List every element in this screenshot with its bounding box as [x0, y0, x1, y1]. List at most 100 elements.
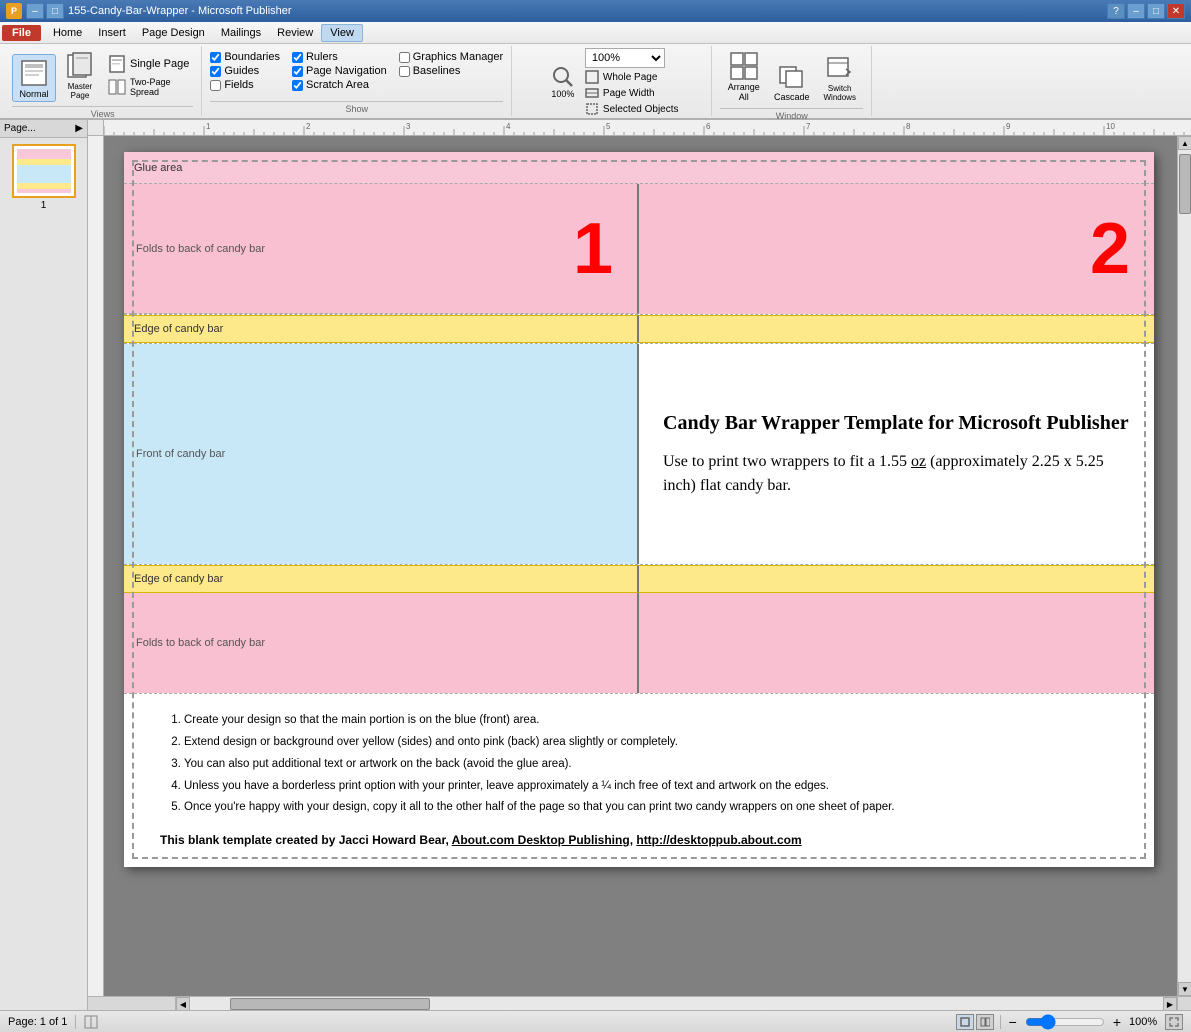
boundaries-label: Boundaries — [224, 51, 280, 63]
scroll-up-btn[interactable]: ▲ — [1178, 136, 1191, 150]
selected-objects-label: Selected Objects — [603, 104, 679, 115]
two-page-spread-btn[interactable]: Two-PageSpread — [104, 76, 193, 98]
scroll-left-btn[interactable]: ◀ — [176, 997, 190, 1010]
status-bar: Page: 1 of 1 − + 100% — [0, 1010, 1191, 1032]
edge-bottom-row: Edge of candy bar — [124, 565, 1154, 593]
selected-objects-icon — [585, 102, 599, 116]
fullscreen-btn[interactable] — [1165, 1014, 1183, 1030]
back-section-row: Folds to back of candy bar 1 2 — [124, 184, 1154, 315]
ruler-vertical — [88, 136, 104, 996]
pages-panel: Page... ▶ 1 — [0, 120, 88, 1010]
page-thumbnail[interactable] — [12, 144, 76, 198]
ribbon-group-window: ArrangeAll Cascade SwitchWindows Window — [712, 46, 872, 116]
minimize-btn[interactable]: – — [26, 3, 44, 19]
edge-top-right — [639, 315, 1154, 343]
show-col-3: Graphics Manager Baselines — [399, 50, 504, 78]
scratch-check[interactable] — [292, 80, 303, 91]
help-btn[interactable]: ? — [1107, 3, 1125, 19]
page-width-icon — [585, 86, 599, 100]
canvas-area[interactable]: Glue area Folds to back of candy bar 1 — [104, 136, 1177, 996]
svg-text:2: 2 — [306, 122, 311, 131]
restore-window-btn[interactable]: □ — [1147, 3, 1165, 19]
close-window-btn[interactable]: ✕ — [1167, 3, 1185, 19]
scroll-thumb-v[interactable] — [1179, 154, 1191, 214]
switch-windows-label: SwitchWindows — [823, 84, 855, 102]
menu-mailings[interactable]: Mailings — [213, 25, 269, 41]
menu-review[interactable]: Review — [269, 25, 321, 41]
template-description: Use to print two wrappers to fit a 1.55 … — [663, 450, 1130, 498]
view-buttons — [956, 1014, 994, 1030]
rulers-check[interactable] — [292, 52, 303, 63]
master-page-label: MasterPage — [68, 82, 92, 100]
footer-credit: This blank template created by Jacci How… — [160, 833, 1118, 847]
back-section-bottom-left: Folds to back of candy bar — [124, 593, 639, 693]
menu-home[interactable]: Home — [45, 25, 90, 41]
boundaries-check[interactable] — [210, 52, 221, 63]
number-1: 1 — [573, 213, 613, 285]
glue-area: Glue area — [124, 152, 1154, 184]
menu-insert[interactable]: Insert — [90, 25, 134, 41]
pages-expand-btn[interactable]: ▶ — [75, 123, 83, 134]
scratch-label: Scratch Area — [306, 79, 369, 91]
zoom-minus-btn[interactable]: − — [1007, 1014, 1019, 1030]
zoom-page-icon — [585, 70, 599, 84]
status-view-btn-2[interactable] — [976, 1014, 994, 1030]
app-icon: P — [6, 3, 22, 19]
instruction-4: Unless you have a borderless print optio… — [184, 776, 1118, 798]
instruction-1: Create your design so that the main port… — [184, 710, 1118, 732]
show-group-label: Show — [210, 101, 503, 114]
baselines-check[interactable] — [399, 66, 410, 77]
edge-top-left: Edge of candy bar — [124, 315, 639, 343]
number-2: 2 — [1090, 213, 1130, 285]
switch-windows-btn[interactable]: SwitchWindows — [818, 50, 862, 104]
instruction-3: You can also put additional text or artw… — [184, 754, 1118, 776]
scrollbar-vertical[interactable]: ▲ ▼ — [1177, 136, 1191, 996]
scroll-right-btn[interactable]: ▶ — [1163, 997, 1177, 1010]
arrange-all-icon — [728, 50, 760, 82]
menu-file[interactable]: File — [2, 25, 41, 41]
edge-bottom-right — [639, 565, 1154, 593]
status-view-btn-1[interactable] — [956, 1014, 974, 1030]
normal-view-icon — [18, 57, 50, 89]
zoom-select[interactable]: 100% 75% 150% — [585, 48, 665, 68]
zoom-slider[interactable] — [1025, 1016, 1105, 1028]
ruler-corner — [88, 120, 104, 136]
back-section-left: Folds to back of candy bar 1 — [124, 184, 639, 314]
view-master-page-btn[interactable]: MasterPage — [58, 48, 102, 102]
pages-panel-header: Page... ▶ — [0, 120, 87, 138]
scrollbar-horizontal[interactable]: ◀ ▶ — [176, 996, 1177, 1010]
cascade-label: Cascade — [774, 92, 810, 102]
menu-view[interactable]: View — [321, 24, 363, 42]
graphics-mgr-check[interactable] — [399, 52, 410, 63]
status-sep1 — [75, 1015, 76, 1029]
svg-text:10: 10 — [1106, 122, 1115, 131]
scroll-down-btn[interactable]: ▼ — [1178, 982, 1191, 996]
minimize-window-btn[interactable]: – — [1127, 3, 1145, 19]
views-group-label: Views — [12, 106, 193, 119]
pages-label: Page... — [4, 123, 36, 134]
instructions-area: Create your design so that the main port… — [124, 694, 1154, 867]
page-nav-check[interactable] — [292, 66, 303, 77]
edge-top-row: Edge of candy bar — [124, 315, 1154, 343]
two-page-spread-label: Two-PageSpread — [130, 77, 171, 97]
arrange-all-btn[interactable]: ArrangeAll — [722, 48, 766, 104]
scroll-track-h — [190, 997, 1163, 1010]
page-status: Page: 1 of 1 — [8, 1016, 67, 1028]
zoom-percent-btn[interactable]: 100% — [545, 62, 581, 102]
restore-btn[interactable]: □ — [46, 3, 64, 19]
back-section-bottom-right — [639, 593, 1154, 693]
svg-text:9: 9 — [1006, 122, 1011, 131]
fields-check[interactable] — [210, 80, 221, 91]
cascade-btn[interactable]: Cascade — [770, 58, 814, 104]
zoom-plus-btn[interactable]: + — [1111, 1014, 1123, 1030]
graphics-mgr-label: Graphics Manager — [413, 51, 504, 63]
guides-check[interactable] — [210, 66, 221, 77]
page-width-label: Page Width — [603, 88, 655, 99]
single-page-btn[interactable]: Single Page — [104, 54, 193, 74]
normal-view-label: Normal — [19, 89, 48, 99]
scroll-thumb-h[interactable] — [230, 998, 430, 1010]
menu-page-design[interactable]: Page Design — [134, 25, 213, 41]
description-section: Candy Bar Wrapper Template for Microsoft… — [639, 344, 1154, 564]
show-col-2: Rulers Page Navigation Scratch Area — [292, 50, 387, 92]
view-normal-btn[interactable]: Normal — [12, 54, 56, 102]
